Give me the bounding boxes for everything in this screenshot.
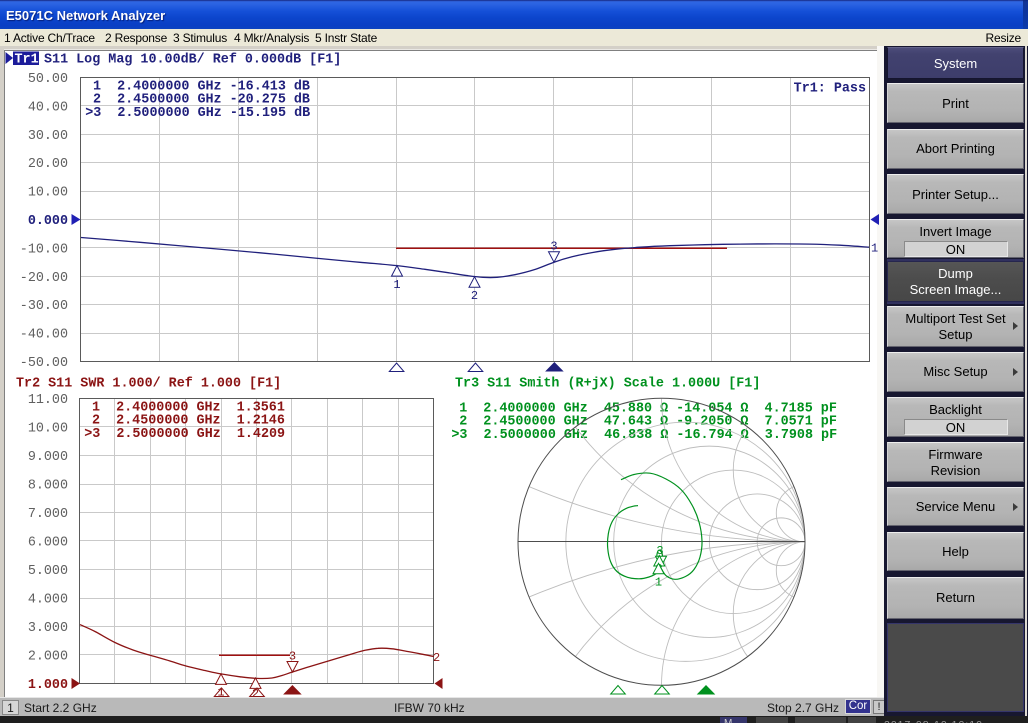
svg-text:-40.00: -40.00: [20, 328, 68, 343]
svg-text:3.000: 3.000: [28, 621, 68, 636]
svg-text:20.00: 20.00: [28, 157, 68, 172]
svg-text:10.00: 10.00: [28, 422, 68, 437]
svg-text:1: 1: [393, 278, 400, 292]
svg-text:4.000: 4.000: [28, 593, 68, 608]
svg-text:11.00: 11.00: [28, 393, 68, 408]
svg-text:2.000: 2.000: [28, 650, 68, 665]
svg-text:Tr2 S11 SWR 1.000/ Ref 1.000 [: Tr2 S11 SWR 1.000/ Ref 1.000 [F1]: [16, 377, 281, 392]
svg-text:Tr1: Tr1: [15, 53, 39, 68]
svg-text:2: 2: [471, 289, 478, 303]
svg-text:6.000: 6.000: [28, 536, 68, 551]
svg-text:-50.00: -50.00: [20, 356, 68, 371]
svg-text:50.00: 50.00: [28, 72, 68, 87]
svg-text:1: 1: [871, 242, 878, 256]
svg-text:7.000: 7.000: [28, 507, 68, 522]
svg-text:3: 3: [550, 240, 557, 254]
svg-text:1: 1: [655, 576, 662, 590]
svg-text:2: 2: [252, 687, 259, 697]
svg-text:S11 Log Mag 10.00dB/ Ref 0.000: S11 Log Mag 10.00dB/ Ref 0.000dB [F1]: [44, 53, 341, 68]
svg-text:0.000: 0.000: [28, 214, 68, 229]
svg-text:>3 2.5000000 GHz 1.4209: >3 2.5000000 GHz 1.4209: [84, 427, 285, 442]
svg-text:>3 2.5000000 GHz -15.195 dB: >3 2.5000000 GHz -15.195 dB: [85, 106, 310, 121]
svg-text:5.000: 5.000: [28, 564, 68, 579]
svg-text:-10.00: -10.00: [20, 242, 68, 257]
svg-text:8.000: 8.000: [28, 479, 68, 494]
svg-text:-30.00: -30.00: [20, 299, 68, 314]
svg-text:Tr1: Pass: Tr1: Pass: [794, 82, 866, 97]
svg-text:1.000: 1.000: [28, 678, 68, 693]
svg-text:>3 2.5000000 GHz 46.838 Ω -1: >3 2.5000000 GHz 46.838 Ω -16.794 Ω 3.79…: [451, 428, 837, 443]
svg-text:1: 1: [217, 686, 224, 698]
svg-text:10.00: 10.00: [28, 186, 68, 201]
svg-text:-20.00: -20.00: [20, 271, 68, 286]
svg-text:9.000: 9.000: [28, 450, 68, 465]
svg-text:Tr3 S11 Smith (R+jX) Scale 1.0: Tr3 S11 Smith (R+jX) Scale 1.000U [F1]: [455, 377, 760, 392]
svg-text:2: 2: [433, 651, 440, 665]
svg-text:3: 3: [289, 650, 296, 664]
svg-text:30.00: 30.00: [28, 129, 68, 144]
svg-text:40.00: 40.00: [28, 100, 68, 115]
